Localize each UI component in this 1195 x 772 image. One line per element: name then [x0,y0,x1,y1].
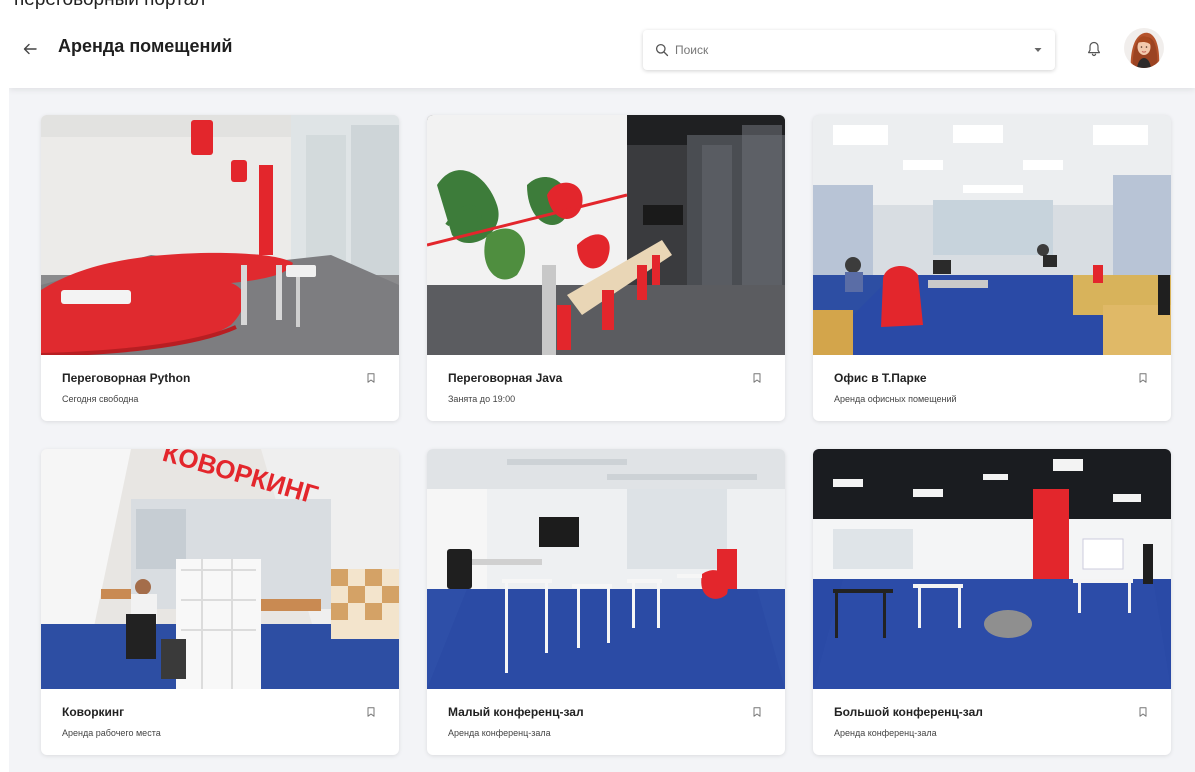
room-card-python[interactable]: Переговорная Python Сегодня свободна [41,115,399,421]
room-card-coworking[interactable]: КОВОРКИНГ Коворкинг Аренда рабочего мест… [41,449,399,755]
bookmark-icon[interactable] [1137,705,1149,719]
room-title: Офис в Т.Парке [834,371,927,385]
app-bar: Аренда помещений [9,10,1195,88]
room-title: Большой конференц-зал [834,705,983,719]
room-status: Сегодня свободна [62,394,139,404]
search-icon [655,43,669,57]
bookmark-icon[interactable] [751,371,763,385]
room-status: Аренда офисных помещений [834,394,957,404]
room-status: Аренда конференц-зала [834,728,937,738]
bookmark-icon[interactable] [751,705,763,719]
search-box[interactable] [643,30,1055,70]
arrow-left-icon [23,43,37,55]
room-status: Занята до 19:00 [448,394,516,404]
room-card-large-conference[interactable]: Большой конференц-зал Аренда конференц-з… [813,449,1171,755]
room-card-java[interactable]: Переговорная Java Занята до 19:00 [427,115,785,421]
avatar[interactable] [1124,28,1164,68]
room-status: Аренда рабочего места [62,728,161,738]
room-title: Переговорная Java [448,371,563,385]
room-photo [427,115,785,355]
bell-icon [1088,41,1100,57]
page-title: Аренда помещений [58,36,233,56]
bookmark-icon[interactable] [365,371,377,385]
bookmark-icon[interactable] [1137,371,1149,385]
room-photo: КОВОРКИНГ [41,449,399,689]
room-card-small-conference[interactable]: Малый конференц-зал Аренда конференц-зал… [427,449,785,755]
room-title: Коворкинг [62,705,125,719]
chevron-down-icon[interactable] [1033,45,1043,55]
search-input[interactable] [675,43,1033,57]
room-photo [41,115,399,355]
room-title: Переговорная Python [62,371,191,385]
room-title: Малый конференц-зал [448,705,584,719]
room-card-office[interactable]: Офис в Т.Парке Аренда офисных помещений [813,115,1171,421]
back-button[interactable] [19,38,41,60]
room-photo [813,115,1171,355]
room-status: Аренда конференц-зала [448,728,551,738]
notifications-button[interactable] [1084,39,1104,59]
room-photo [813,449,1171,689]
room-photo [427,449,785,689]
bookmark-icon[interactable] [365,705,377,719]
app-window: Аренда помещений Поиск Переговорная Pyth… [9,10,1195,772]
